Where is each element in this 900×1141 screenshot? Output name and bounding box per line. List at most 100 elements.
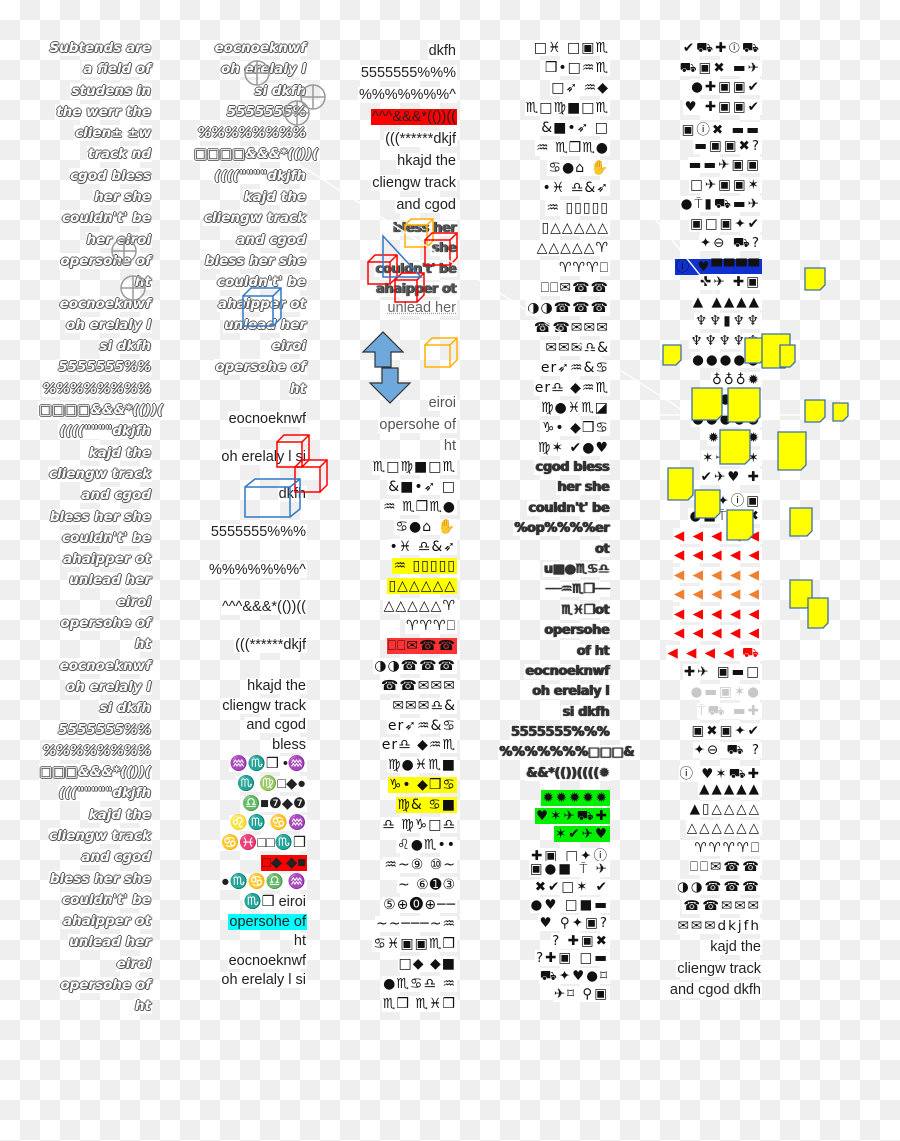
- text-line: a field of: [38, 61, 152, 82]
- line-text: %%%%%%%□□□&: [498, 745, 635, 761]
- text-line: ◀ ◀ ◀ ◀ ◀: [653, 605, 762, 626]
- line-text: couldn't' be: [215, 274, 307, 291]
- text-line: ☎☎✉✉✉: [653, 898, 762, 918]
- text-line: eiroi: [193, 338, 307, 359]
- line-text: •♓ ♎&➶: [541, 180, 610, 196]
- text-line: si dkfh: [38, 700, 152, 721]
- line-text: ◀ ◀ ◀ ◀ ◀: [672, 586, 762, 602]
- text-line: 5555555%: [193, 103, 307, 125]
- text-segment: Subtends are a field of studens in the werr…: [38, 40, 165, 1020]
- line-text: □□□&&&*(())(: [38, 764, 152, 781]
- line-text: she: [430, 241, 457, 257]
- text-line: Subtends are: [38, 40, 152, 61]
- text-line: cliengw track: [193, 210, 307, 231]
- line-text: ^^^&&&*(())((: [220, 599, 307, 616]
- text-line: opersohe of: [38, 615, 152, 636]
- line-text: opersohe of: [378, 416, 457, 433]
- text-line: ✦⊖ ⛟ ?: [653, 742, 762, 762]
- text-line: ●●●●●: [653, 391, 762, 411]
- line-text: eocnoeknwf: [227, 411, 307, 428]
- line-text: eocnoeknwf: [58, 657, 152, 674]
- text-line: ●♏♋♎ ♒: [343, 975, 457, 995]
- line-text: and cgod: [80, 487, 152, 504]
- text-line: couldn't' be: [38, 210, 152, 231]
- text-line: (((******dkjf: [343, 128, 457, 150]
- text-line: and cgod: [343, 194, 457, 216]
- text-line: ✶✈⛟✶: [653, 449, 762, 470]
- text-line: of ht: [498, 643, 610, 664]
- line-text: ✶✔✈♥: [553, 825, 610, 842]
- line-text: unlead her: [68, 934, 152, 951]
- text-line: opersohe: [498, 623, 610, 643]
- text-line: ▬▬✈▣▣: [653, 157, 762, 177]
- line-text: ◀ ◀ ◀ ◀ ◀: [672, 527, 762, 544]
- text-line: ♌●♏••: [343, 836, 457, 856]
- line-text: ?✚▣ □▬: [534, 950, 610, 967]
- line-text: ◀ ◀ ◀ ◀ ⛟: [666, 644, 762, 661]
- text-line: ✦⊖ ⛟?: [653, 235, 762, 255]
- text-line: ◀ ◀ ◀ ◀ ⛟: [653, 644, 762, 665]
- text-line: opersohe of: [193, 913, 307, 933]
- line-text: ⎕⎕✉☎☎: [688, 859, 762, 875]
- sticky-note-shape: [804, 399, 826, 423]
- text-line: ♏ ♍□◆●: [193, 775, 307, 795]
- line-text: cliengw track: [371, 175, 457, 191]
- line-text: ♍●♓♏■: [386, 757, 457, 774]
- line-text: □➶ ♒◆: [550, 80, 610, 96]
- text-line: ✉✉✉♎&: [343, 697, 457, 717]
- line-text: si dkfh: [561, 704, 610, 720]
- line-text: eocnoeknwf: [213, 40, 307, 56]
- text-line: □✦ⓘ▣: [653, 489, 762, 509]
- text-line: eocnoeknwf: [193, 411, 307, 449]
- line-text: ♌♏ ♋♒: [228, 815, 307, 832]
- text-segment: unlead her: [343, 300, 457, 321]
- line-text: the werr the: [55, 103, 152, 120]
- line-text: ✉✉✉♎&: [544, 340, 610, 356]
- line-text: ◑◑☎☎☎: [675, 878, 762, 895]
- line-text: eocnoeknwf: [227, 952, 307, 969]
- text-line: □□□&&&*(())(: [38, 764, 152, 785]
- line-text: ♈♈♈♈⎕: [693, 839, 762, 856]
- text-segment: ♏□♍■□♏ &■•➶ □ ♒ ♏❒♏● ♋●⌂ ✋ •♓ ♎&➶ ♒ ▯▯▯▯▯ ▯△△△…: [343, 458, 457, 1015]
- line-text: bless her she: [203, 252, 307, 269]
- text-line: ●●●●●: [653, 410, 762, 431]
- text-line: •♓ ♎&➶: [343, 538, 457, 558]
- line-text: cliengw track: [221, 697, 307, 714]
- line-text: □◆ ◆■: [397, 956, 457, 973]
- text-line: □◆ ◆■: [343, 955, 457, 975]
- text-line: ♥ ✚▣▣✔: [653, 98, 762, 119]
- text-line: □✈▣▣✶: [653, 176, 762, 197]
- text-column-4: □♓ □▣♏ ❒•□♒♏ □➶ ♒◆ ♏□♍■□♏ &■•➶ □ ♒ ♏❒♏● ♋●⌂ ✋ •…: [498, 40, 635, 1004]
- line-text: ♋●⌂ ✋: [547, 160, 610, 176]
- text-line: opersohe of: [38, 252, 152, 274]
- line-text: Subtends are: [48, 40, 152, 56]
- text-line: ▣□▣✦✔: [653, 215, 762, 236]
- text-line: •♓ ♎&➶: [498, 180, 610, 200]
- text-line: unlead her: [38, 572, 152, 593]
- line-text: ♋♓□□♏❒: [220, 834, 307, 851]
- line-text: ♋♓▣▣♏❒: [372, 936, 457, 953]
- text-line: ▣ⓘ✖ ▬▬: [653, 118, 762, 138]
- line-text: ~~───~♒: [374, 916, 457, 933]
- text-segment: bless her she couldn't' be ahaipper ot: [343, 219, 457, 300]
- line-text: hkajd the: [246, 677, 307, 694]
- text-line: cliengw track: [38, 465, 152, 487]
- text-line: ✈⌑ ⚲▣: [498, 986, 610, 1004]
- text-line: cliengw track: [38, 827, 152, 849]
- text-line: ●▬▣✶●: [653, 683, 762, 704]
- text-line: (((******dkjf: [193, 637, 307, 675]
- line-text: couldn't' be: [60, 210, 152, 227]
- line-text: oh erelaly l: [64, 316, 152, 333]
- line-text: ✶✈⛟✶: [701, 449, 762, 466]
- text-line: and cgod: [38, 487, 152, 508]
- line-text: oh erelaly l: [530, 684, 610, 700]
- text-line: ♋♓□□♏❒: [193, 834, 307, 854]
- line-text: ♏□♍■□♏: [371, 458, 457, 475]
- text-line: ☎☎✉✉✉: [343, 677, 457, 697]
- text-line: studens in: [38, 82, 152, 104]
- line-text: si dkfh: [98, 338, 152, 355]
- text-line: ♒ ▯▯▯▯▯: [343, 557, 457, 577]
- line-text: ♎■❼◆❼: [241, 795, 307, 812]
- text-line: △△△△△♈: [498, 240, 610, 260]
- text-line: bless her she: [193, 252, 307, 274]
